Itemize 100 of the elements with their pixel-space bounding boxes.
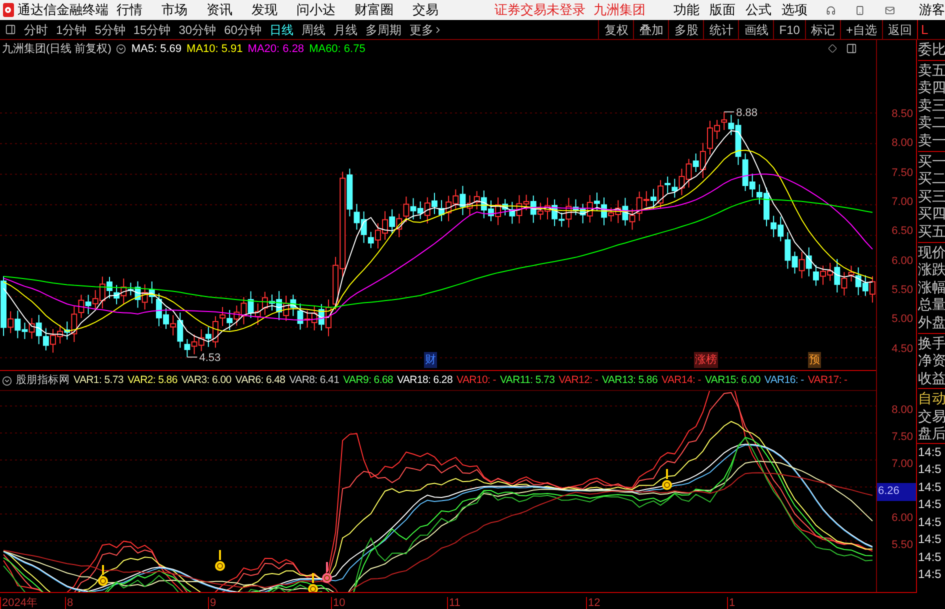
trade-time: 14:5 xyxy=(917,478,942,496)
help-icon[interactable] xyxy=(826,4,836,16)
indicator-value: VAR16: - xyxy=(764,372,804,388)
phone-icon[interactable] xyxy=(855,4,866,16)
menu-item[interactable]: 交易 xyxy=(412,0,439,20)
panel-toggle-icon[interactable] xyxy=(846,43,857,54)
event-tag[interactable]: 涨榜 xyxy=(694,352,718,368)
quote-label: 卖二 xyxy=(918,114,945,132)
dropdown-icon[interactable] xyxy=(116,44,126,54)
stock-name: 九洲集团 xyxy=(594,1,646,20)
tool-button[interactable]: 统计 xyxy=(703,20,738,39)
quote-label: 卖一 xyxy=(918,132,945,150)
time-axis-label: 12 xyxy=(588,597,600,609)
period-tab[interactable]: 5分钟 xyxy=(94,20,126,38)
time-axis-label: 8 xyxy=(67,597,74,609)
period-tab[interactable]: 60分钟 xyxy=(224,20,262,38)
event-tag[interactable]: 预 xyxy=(808,352,821,368)
period-tab[interactable]: 月线 xyxy=(333,20,358,38)
login-notice: 证券交易未登录 xyxy=(494,1,586,20)
price-axis-label: 5.00 xyxy=(892,312,913,328)
tool-button[interactable]: 多股 xyxy=(668,20,704,39)
signal-marker-icon xyxy=(98,565,108,586)
event-tag[interactable]: 财 xyxy=(424,352,437,368)
indicator-value: VAR10: - xyxy=(456,372,496,388)
indicator-value: VAR8: 6.41 xyxy=(289,372,340,388)
average-value: MA5: 5.69 xyxy=(131,42,182,57)
menu-item[interactable]: 选项 xyxy=(782,0,808,20)
quote-label: 买四 xyxy=(918,205,945,223)
trade-time: 14:5 xyxy=(917,548,942,566)
indicator-value: VAR3: 6.00 xyxy=(181,372,232,388)
panel-toggle-icon[interactable] xyxy=(5,24,16,35)
period-tab[interactable]: 多周期 xyxy=(365,20,402,38)
signal-marker-icon xyxy=(308,573,318,592)
period-tab[interactable]: 分时 xyxy=(24,20,48,38)
indicator-value: VAR18: 6.28 xyxy=(397,372,453,388)
menu-item[interactable]: 财富圈 xyxy=(354,0,394,20)
tool-button[interactable]: +自选 xyxy=(840,20,882,39)
signal-marker-icon xyxy=(215,550,225,571)
period-tab[interactable]: 30分钟 xyxy=(178,20,216,38)
indicator-value: VAR17: - xyxy=(808,372,848,388)
price-axis-label: 5.50 xyxy=(892,282,913,298)
indicator-value: VAR11: 5.73 xyxy=(500,372,555,388)
user-button[interactable]: 游客 xyxy=(919,0,945,20)
dropdown-icon[interactable] xyxy=(2,376,12,386)
indicator-axis-label: 5.50 xyxy=(892,538,914,554)
indicator-value: VAR13: 5.86 xyxy=(602,372,658,388)
menu-item[interactable]: 问小达 xyxy=(296,0,336,20)
trade-time: 14:5 xyxy=(917,496,942,513)
trade-time: 14:5 xyxy=(917,461,942,478)
tool-button[interactable]: 画线 xyxy=(738,20,774,39)
quote-label: 卖四 xyxy=(918,79,945,97)
quote-label: 卖三 xyxy=(918,96,945,114)
trade-time: 14:5 xyxy=(917,566,942,583)
tool-button[interactable]: 标记 xyxy=(804,20,840,39)
trade-mode[interactable]: 自动 xyxy=(918,390,945,408)
period-tab[interactable]: 15分钟 xyxy=(133,20,171,38)
time-axis-label: 1 xyxy=(729,597,736,609)
app-title: 通达信金融终端 xyxy=(18,1,109,20)
time-axis-label: 10 xyxy=(333,597,346,609)
indicator-axis-label: 7.00 xyxy=(892,457,914,472)
period-tab[interactable]: 1分钟 xyxy=(56,20,87,38)
menu-item[interactable]: 公式 xyxy=(746,0,772,20)
indicator-value: VAR15: 6.00 xyxy=(704,372,760,388)
tool-button[interactable]: F10 xyxy=(773,20,805,39)
signal-marker-icon xyxy=(322,562,332,583)
quote-label: 买三 xyxy=(918,188,945,206)
tool-button[interactable]: 返回 xyxy=(882,20,917,39)
average-value: MA20: 6.28 xyxy=(248,42,304,57)
menu-item[interactable]: 市场 xyxy=(162,0,188,20)
average-value: MA60: 6.75 xyxy=(309,42,366,57)
price-axis-label: 7.00 xyxy=(892,194,913,210)
average-value: MA10: 5.91 xyxy=(186,42,243,57)
diamond-icon[interactable] xyxy=(828,44,837,53)
indicator-value: VAR14: - xyxy=(662,372,701,388)
menu-item[interactable]: 版面 xyxy=(710,0,736,20)
indicator-axis-label: 6.00 xyxy=(892,511,914,526)
quote-label: 委比 xyxy=(918,41,945,59)
app-logo-icon xyxy=(3,3,14,17)
menu-item[interactable]: 功能 xyxy=(674,0,700,20)
indicator-axis-label: 8.00 xyxy=(892,403,914,418)
indicator-title: 股朋指标网 xyxy=(16,372,70,388)
menu-item[interactable]: 资讯 xyxy=(206,0,233,20)
menu-item[interactable]: 发现 xyxy=(252,0,278,20)
period-tab[interactable]: 更多 xyxy=(409,20,444,38)
quote-label: 涨幅 xyxy=(918,278,945,296)
trade-time: 14:5 xyxy=(917,531,942,548)
trade-label: 交易 xyxy=(918,408,945,425)
quote-label: 净资 xyxy=(918,352,945,370)
tool-button[interactable]: 叠加 xyxy=(633,20,668,39)
price-axis-label: 4.50 xyxy=(892,342,913,357)
indicator-value: VAR1: 5.73 xyxy=(74,372,124,388)
menu-item[interactable]: 行情 xyxy=(116,0,143,20)
period-tab[interactable]: 日线 xyxy=(269,20,294,38)
tool-button[interactable]: 复权 xyxy=(598,20,634,39)
period-tab[interactable]: 周线 xyxy=(301,20,326,38)
indicator-value: VAR9: 6.68 xyxy=(343,372,394,388)
indicator-value: VAR6: 6.48 xyxy=(235,372,286,388)
price-axis-label: 7.50 xyxy=(892,166,913,181)
trade-time: 14:5 xyxy=(917,514,942,530)
indicator-value: VAR12: - xyxy=(558,372,598,388)
